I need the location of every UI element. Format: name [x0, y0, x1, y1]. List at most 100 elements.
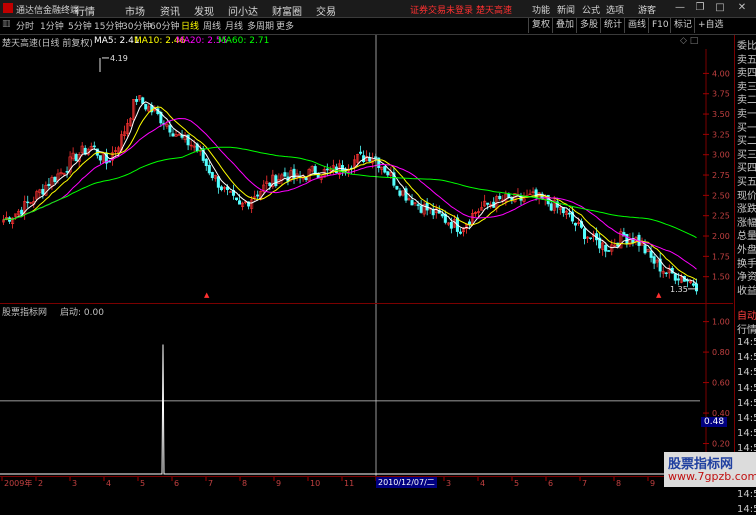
toolbar-stats-button[interactable]: 统计 — [600, 18, 625, 33]
sidebar-time-11: 14:50 — [737, 504, 756, 515]
candle-body — [168, 125, 172, 133]
sub-y-tick-label: 0.80 — [712, 348, 730, 357]
candle-body — [41, 188, 45, 195]
period-tab-5min[interactable]: 5分钟 — [68, 19, 92, 32]
toolbar-mark-button[interactable]: 标记 — [670, 18, 695, 33]
menu-formula[interactable]: 公式 — [582, 3, 600, 16]
sub-y-tick-label: 0.60 — [712, 379, 730, 388]
quote-sidebar: 委比 卖五 卖四 卖三 卖二 卖一 买一 买二 买三 买四 买五 现价 涨跌 涨幅 总量 外盘 换手 净资 收益 自动… — [734, 35, 756, 515]
candle-body — [691, 283, 695, 286]
candle-body — [368, 157, 372, 162]
minimize-icon[interactable]: — — [674, 2, 686, 14]
sidebar-time-2: 14:50 — [737, 367, 756, 379]
menu-options[interactable]: 选项 — [606, 3, 624, 16]
candle-body — [228, 191, 232, 193]
period-tab-15min[interactable]: 15分钟 — [94, 19, 123, 32]
menu-item-quotes[interactable]: 行情 — [75, 3, 95, 18]
login-status[interactable]: 证券交易未登录 — [410, 3, 473, 16]
ticker-stock-name[interactable]: 楚天高速 — [476, 3, 512, 16]
candle-body — [235, 197, 239, 200]
indicator-panel[interactable]: 0.20 0.40 0.60 0.80 1.00 股票指标网 启动: 0.00 0.48 — [0, 304, 733, 476]
candle-body — [359, 151, 363, 154]
period-tab-weekly[interactable]: 周线 — [203, 19, 221, 32]
candle-body — [238, 200, 242, 205]
menu-guest[interactable]: 游客 — [638, 3, 656, 16]
cursor-date-box: 2010/12/07/二 — [376, 477, 437, 488]
y-tick-label: 1.50 — [712, 273, 730, 282]
candle-body — [204, 158, 208, 166]
candle-body — [20, 209, 24, 215]
toolbar-multistock-button[interactable]: 多股 — [576, 18, 601, 33]
period-tab-multi[interactable]: 多周期 — [247, 19, 274, 32]
toolbar-f10-button[interactable]: F10 — [648, 18, 672, 33]
candle-body — [216, 176, 220, 188]
candle-body — [47, 183, 51, 186]
menu-news[interactable]: 新闻 — [557, 3, 575, 16]
candle-body — [386, 171, 390, 176]
y-tick-label: 3.25 — [712, 130, 730, 139]
candles-group — [1, 95, 699, 295]
period-tab-60min[interactable]: 60分钟 — [150, 19, 179, 32]
event-marker: ▲ — [656, 291, 662, 299]
period-tab-30min[interactable]: 30分钟 — [122, 19, 151, 32]
main-chart-panel[interactable]: 1.50 1.75 2.00 2.25 2.50 2.75 3.00 3.25 3.50 3.75… — [0, 35, 733, 304]
menu-item-discover[interactable]: 发现 — [194, 3, 214, 18]
candle-body — [107, 161, 111, 163]
toolbar-draw-button[interactable]: 画线 — [624, 18, 649, 33]
app-title: 通达信金融终端 — [16, 6, 80, 16]
candle-body — [625, 233, 629, 244]
candle-body — [410, 200, 414, 206]
candle-body — [449, 221, 453, 229]
candle-body — [468, 221, 472, 225]
candle-body — [383, 166, 387, 173]
maximize-icon[interactable]: □ — [714, 2, 726, 14]
close-icon[interactable]: ✕ — [736, 2, 748, 14]
candle-body — [419, 205, 423, 213]
candle-body — [377, 157, 381, 168]
menu-bar: 通达信金融终端 行情 市场 资讯 发现 问小达 财富圈 交易 证券交易未登录 楚… — [0, 0, 756, 18]
toolbar-overlay-button[interactable]: 叠加 — [552, 18, 577, 33]
menu-item-ask[interactable]: 问小达 — [228, 3, 258, 18]
menu-item-news[interactable]: 资讯 — [160, 3, 180, 18]
panel-settings-icon[interactable]: ◇ □ — [680, 36, 698, 46]
menu-item-wealth[interactable]: 财富圈 — [272, 3, 302, 18]
indicator-value: 启动: 0.00 — [60, 308, 104, 318]
candle-body — [395, 186, 399, 190]
candle-body — [53, 176, 57, 182]
y-tick-label: 3.00 — [712, 151, 730, 160]
candle-body — [268, 182, 272, 187]
candle-body — [219, 186, 223, 191]
candle-body — [135, 99, 139, 102]
kline-chart[interactable]: 1.50 1.75 2.00 2.25 2.50 2.75 3.00 3.25 3.50 3.75… — [0, 35, 733, 303]
panel-toggle-icon[interactable]: ▥ — [2, 19, 11, 29]
period-tab-1min[interactable]: 1分钟 — [40, 19, 64, 32]
toolbar-adjust-button[interactable]: 复权 — [528, 18, 553, 33]
candle-body — [74, 154, 78, 162]
period-toolbar: ▥ 分时 1分钟 5分钟 15分钟 30分钟 60分钟 日线 周线 月线 多周期… — [0, 18, 756, 35]
y-tick-label: 2.00 — [712, 232, 730, 241]
menu-function[interactable]: 功能 — [532, 3, 550, 16]
restore-icon[interactable]: ❐ — [694, 2, 706, 14]
candle-body — [607, 250, 611, 252]
period-tab-daily[interactable]: 日线 — [181, 19, 199, 32]
period-tab-more[interactable]: 更多 — [276, 19, 294, 32]
indicator-name: 股票指标网 — [2, 308, 48, 318]
y-tick-label: 3.50 — [712, 110, 730, 119]
date-axis: 2009年234567891011123456789 2010/12/07/二 — [0, 476, 664, 488]
sidebar-time-4: 14:50 — [737, 397, 756, 409]
candle-body — [304, 177, 308, 181]
sidebar-time-1: 14:50 — [737, 352, 756, 364]
candle-body — [652, 256, 656, 264]
candle-body — [573, 222, 577, 226]
low-marker-label: 1.35 — [670, 285, 688, 294]
menu-item-market[interactable]: 市场 — [125, 3, 145, 18]
indicator-chart[interactable]: 0.200.400.600.801.00 — [0, 304, 733, 476]
y-tick-label: 4.00 — [712, 69, 730, 78]
candle-body — [171, 133, 175, 137]
period-tab-intraday[interactable]: 分时 — [16, 19, 34, 32]
candle-body — [398, 190, 402, 196]
menu-item-trade[interactable]: 交易 — [316, 3, 336, 18]
sidebar-time-10: 14:50 — [737, 489, 756, 500]
toolbar-add-favorite-button[interactable]: +自选 — [694, 18, 737, 33]
period-tab-monthly[interactable]: 月线 — [225, 19, 243, 32]
